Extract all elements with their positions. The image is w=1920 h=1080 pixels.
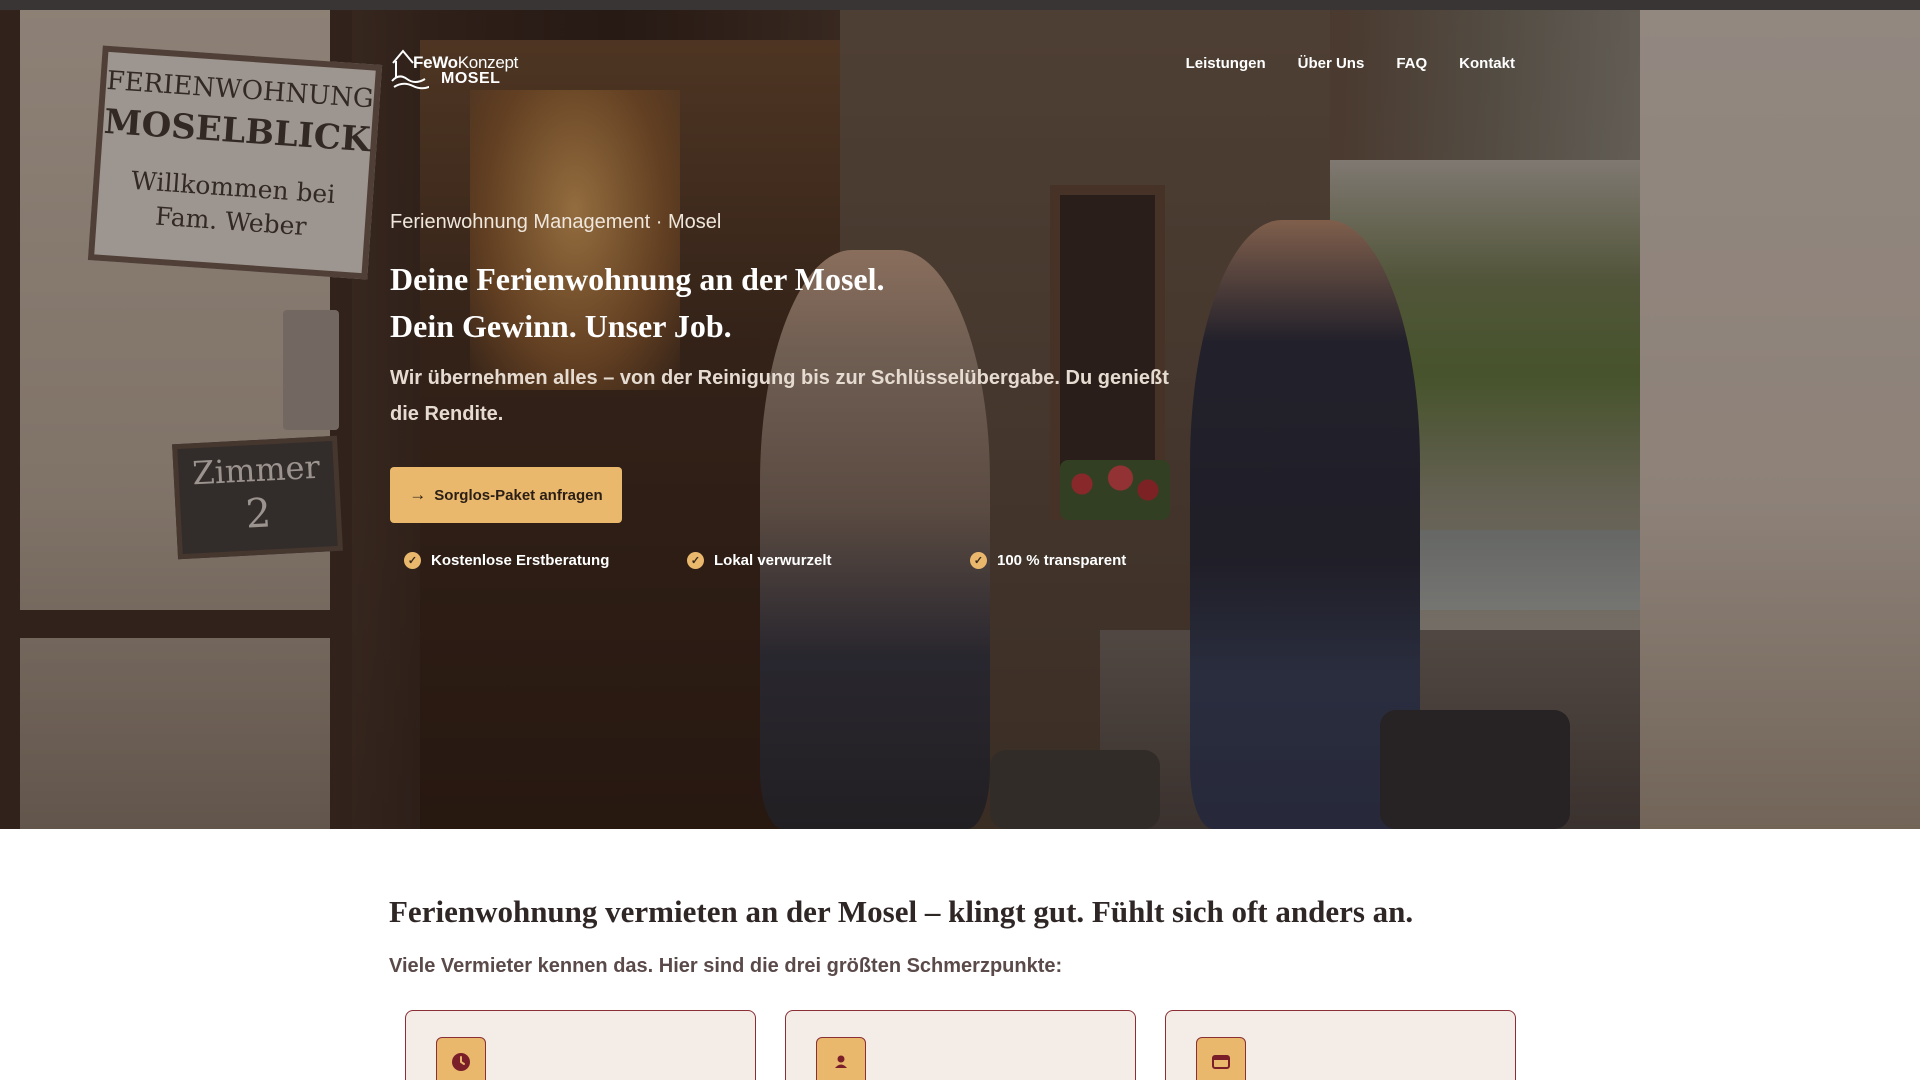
hero-headline-line1: Deine Ferienwohnung an der Mosel.	[390, 261, 885, 297]
hero-eyebrow: Ferienwohnung Management · Mosel	[390, 211, 722, 233]
pain-point-card	[1165, 1010, 1516, 1080]
pain-point-card	[785, 1010, 1136, 1080]
nav-item-ueber-uns[interactable]: Über Uns	[1298, 55, 1365, 72]
benefit-label: Kostenlose Erstberatung	[431, 552, 610, 569]
hero-headline: Deine Ferienwohnung an der Mosel. Dein G…	[390, 256, 885, 350]
benefit-item: ✓ Kostenlose Erstberatung	[404, 552, 687, 569]
main-nav: Leistungen Über Uns FAQ Kontakt	[1186, 55, 1515, 72]
check-circle-icon: ✓	[404, 552, 421, 569]
benefit-list: ✓ Kostenlose Erstberatung ✓ Lokal verwur…	[404, 552, 1126, 569]
arrow-right-icon: →	[409, 485, 427, 504]
pain-point-card	[405, 1010, 756, 1080]
pain-points-title: Ferienwohnung vermieten an der Mosel – k…	[389, 894, 1414, 929]
brand-logo[interactable]: FeWoKonzept MOSEL	[389, 41, 519, 90]
hero-subline: Wir übernehmen alles – von der Reinigung…	[390, 367, 1169, 425]
clock-icon	[452, 1053, 470, 1071]
nav-item-leistungen[interactable]: Leistungen	[1186, 55, 1266, 72]
benefit-item: ✓ Lokal verwurzelt	[687, 552, 970, 569]
logo-subtitle: MOSEL	[441, 70, 501, 87]
card-icon-box	[1196, 1037, 1246, 1080]
request-package-label: Sorglos-Paket anfragen	[434, 486, 603, 504]
nav-item-kontakt[interactable]: Kontakt	[1459, 55, 1515, 72]
benefit-item: ✓ 100 % transparent	[970, 552, 1126, 569]
check-circle-icon: ✓	[970, 552, 987, 569]
person-icon	[835, 1055, 847, 1068]
check-circle-icon: ✓	[687, 552, 704, 569]
request-package-button[interactable]: → Sorglos-Paket anfragen	[390, 467, 622, 523]
benefit-label: Lokal verwurzelt	[714, 552, 832, 569]
card-icon-box	[436, 1037, 486, 1080]
top-bar	[0, 0, 1920, 10]
calendar-card-icon	[1212, 1055, 1230, 1069]
card-icon-box	[816, 1037, 866, 1080]
pain-points-subtitle: Viele Vermieter kennen das. Hier sind di…	[389, 955, 1063, 977]
nav-item-faq[interactable]: FAQ	[1396, 55, 1427, 72]
hero-headline-line2: Dein Gewinn. Unser Job.	[390, 308, 732, 344]
benefit-label: 100 % transparent	[997, 552, 1127, 569]
